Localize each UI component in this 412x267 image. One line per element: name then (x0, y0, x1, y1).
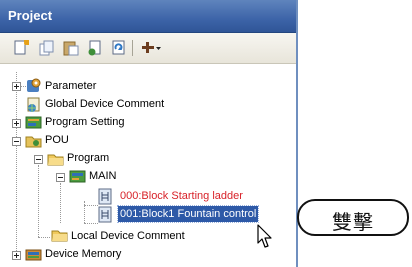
ladder-block-icon (98, 206, 112, 223)
mouse-pointer-icon (257, 224, 272, 248)
properties-icon (88, 40, 101, 56)
toolbar-separator (132, 40, 133, 56)
new-data-icon (14, 40, 29, 55)
main-program-icon (69, 170, 86, 183)
project-panel: Project Parameter Global Device Comment … (0, 0, 298, 267)
expand-parameter-toggle[interactable] (12, 82, 21, 91)
parameter-icon (27, 78, 41, 92)
new-data-button[interactable] (12, 39, 30, 57)
tree-item-local-device-comment[interactable]: Local Device Comment (69, 228, 187, 244)
project-tree: Parameter Global Device Comment Program … (0, 64, 296, 267)
ladder-block-icon (98, 188, 112, 205)
double-click-callout: 雙擊 (297, 199, 409, 236)
panel-title: Project (8, 8, 53, 23)
tree-line (16, 72, 17, 255)
local-device-comment-icon (51, 230, 68, 242)
tree-item-block-starting-ladder[interactable]: 000:Block Starting ladder (118, 188, 245, 204)
collapse-program-toggle[interactable] (34, 155, 43, 164)
program-setting-icon (25, 116, 42, 129)
tree-item-pou[interactable]: POU (43, 132, 71, 148)
tree-item-program[interactable]: Program (65, 150, 111, 166)
callout-text: 雙擊 (332, 210, 374, 234)
collapse-main-toggle[interactable] (56, 173, 65, 182)
pou-icon (25, 136, 42, 148)
tool-menu-button[interactable] (140, 39, 164, 57)
program-folder-icon (47, 154, 64, 166)
refresh-icon (112, 40, 125, 55)
tree-item-program-setting[interactable]: Program Setting (43, 114, 126, 130)
tree-item-parameter[interactable]: Parameter (43, 78, 98, 94)
global-device-comment-icon (27, 97, 40, 112)
tree-item-main[interactable]: MAIN (87, 168, 119, 184)
project-toolbar (0, 33, 296, 64)
expand-program-setting-toggle[interactable] (12, 119, 21, 128)
properties-button[interactable] (86, 39, 104, 57)
tree-item-global-device-comment[interactable]: Global Device Comment (43, 96, 166, 112)
paste-icon (63, 41, 79, 56)
paste-button[interactable] (62, 39, 80, 57)
copy-icon (39, 40, 54, 56)
tree-line (84, 205, 98, 206)
panel-title-bar: Project (0, 0, 296, 33)
tree-item-block1-fountain-control[interactable]: 001:Block1 Fountain control (116, 205, 260, 223)
tree-line (38, 237, 50, 238)
collapse-pou-toggle[interactable] (12, 137, 21, 146)
tree-line (38, 165, 39, 237)
expand-device-memory-toggle[interactable] (12, 251, 21, 260)
tree-line (84, 223, 98, 224)
tree-line (60, 183, 61, 223)
tree-item-device-memory[interactable]: Device Memory (43, 246, 123, 262)
refresh-button[interactable] (110, 39, 128, 57)
copy-button[interactable] (38, 39, 56, 57)
device-memory-icon (25, 249, 42, 261)
tool-menu-icon (142, 42, 161, 53)
